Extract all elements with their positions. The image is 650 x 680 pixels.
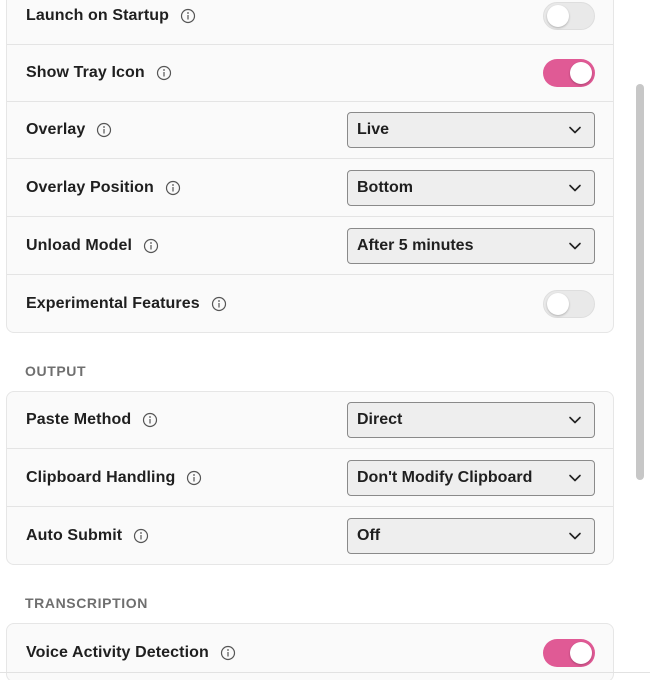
setting-label: Auto Submit: [26, 526, 123, 544]
setting-row-paste-method: Paste Method Direct: [7, 392, 613, 449]
toggle-knob: [570, 641, 592, 664]
setting-label: Show Tray Icon: [26, 64, 145, 81]
chevron-down-icon: [568, 529, 582, 543]
setting-label: Launch on Startup: [26, 7, 170, 24]
toggle-knob: [570, 62, 592, 84]
launch-on-startup-toggle[interactable]: [543, 2, 595, 30]
experimental-features-toggle[interactable]: [543, 289, 595, 318]
chevron-down-icon: [568, 123, 582, 137]
info-icon[interactable]: [186, 470, 202, 486]
output-settings-card: Paste Method Direct Clipboard Handling D…: [6, 391, 614, 565]
select-value: Direct: [357, 411, 403, 428]
section-title-transcription: TRANSCRIPTION: [25, 595, 148, 611]
info-icon[interactable]: [211, 296, 227, 312]
info-icon[interactable]: [180, 8, 196, 24]
overlay-position-select[interactable]: Bottom: [347, 169, 595, 206]
info-icon[interactable]: [142, 412, 158, 428]
general-settings-card: Launch on Startup Show Tray Icon Overlay: [6, 0, 614, 333]
setting-label: Clipboard Handling: [26, 468, 176, 486]
auto-submit-select[interactable]: Off: [347, 517, 595, 554]
chevron-down-icon: [568, 181, 582, 195]
info-icon[interactable]: [165, 180, 181, 196]
divider: [0, 672, 650, 673]
setting-row-launch-on-startup: Launch on Startup: [7, 0, 613, 45]
info-icon[interactable]: [96, 122, 112, 138]
info-icon[interactable]: [133, 528, 149, 544]
section-title-output: OUTPUT: [25, 363, 87, 379]
vertical-scrollbar[interactable]: [636, 84, 644, 480]
chevron-down-icon: [568, 239, 582, 253]
select-value: Live: [357, 121, 390, 138]
chevron-down-icon: [568, 471, 582, 485]
overlay-select[interactable]: Live: [347, 112, 595, 148]
chevron-down-icon: [568, 413, 582, 427]
setting-label: Unload Model: [26, 236, 133, 254]
select-value: Bottom: [357, 178, 413, 196]
info-icon[interactable]: [156, 65, 172, 81]
setting-label: Voice Activity Detection: [26, 643, 209, 661]
select-value: Off: [357, 526, 381, 544]
setting-row-clipboard-handling: Clipboard Handling Don't Modify Clipboar…: [7, 449, 613, 507]
setting-row-overlay: Overlay Live: [7, 102, 613, 159]
info-icon[interactable]: [220, 645, 236, 661]
setting-label: Experimental Features: [26, 294, 200, 312]
setting-label: Overlay Position: [26, 178, 154, 196]
settings-viewport: Launch on Startup Show Tray Icon Overlay: [0, 0, 650, 680]
setting-row-auto-submit: Auto Submit Off: [7, 507, 613, 564]
select-value: Don't Modify Clipboard: [357, 468, 533, 486]
setting-label: Overlay: [26, 121, 86, 138]
setting-row-show-tray-icon: Show Tray Icon: [7, 45, 613, 102]
select-value: After 5 minutes: [357, 236, 474, 254]
paste-method-select[interactable]: Direct: [347, 402, 595, 438]
setting-row-overlay-position: Overlay Position Bottom: [7, 159, 613, 217]
setting-label: Paste Method: [26, 411, 132, 428]
toggle-knob: [547, 292, 569, 315]
unload-model-select[interactable]: After 5 minutes: [347, 227, 595, 264]
setting-row-unload-model: Unload Model After 5 minutes: [7, 217, 613, 275]
show-tray-icon-toggle[interactable]: [543, 59, 595, 87]
toggle-knob: [547, 5, 569, 27]
settings-content: Launch on Startup Show Tray Icon Overlay: [6, 0, 614, 680]
clipboard-handling-select[interactable]: Don't Modify Clipboard: [347, 459, 595, 496]
setting-row-experimental-features: Experimental Features: [7, 275, 613, 332]
info-icon[interactable]: [143, 238, 159, 254]
voice-activity-detection-toggle[interactable]: [543, 638, 595, 667]
